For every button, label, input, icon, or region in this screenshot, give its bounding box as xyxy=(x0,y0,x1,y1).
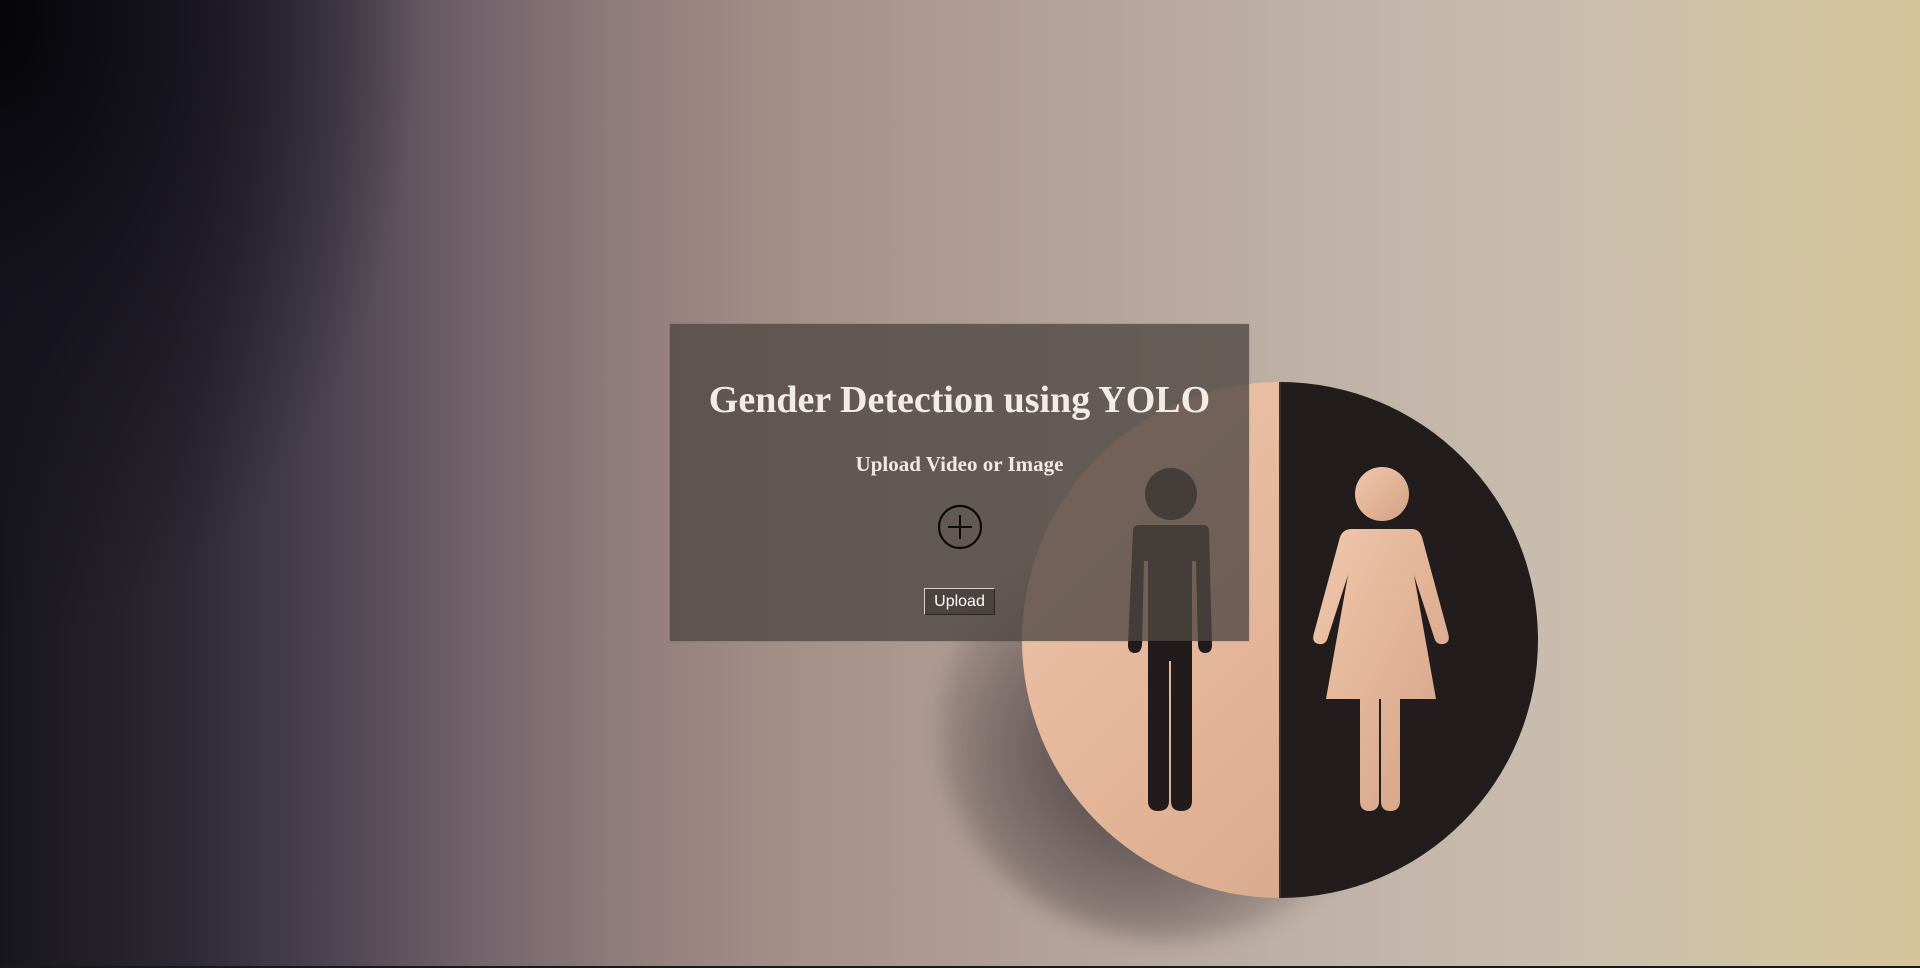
add-file-button[interactable] xyxy=(937,504,983,550)
plus-circle-icon xyxy=(937,504,983,550)
upload-card: Gender Detection using YOLO Upload Video… xyxy=(670,324,1249,641)
page-title: Gender Detection using YOLO xyxy=(708,379,1211,421)
upload-subtitle: Upload Video or Image xyxy=(855,452,1064,476)
upload-button[interactable]: Upload xyxy=(924,588,995,615)
